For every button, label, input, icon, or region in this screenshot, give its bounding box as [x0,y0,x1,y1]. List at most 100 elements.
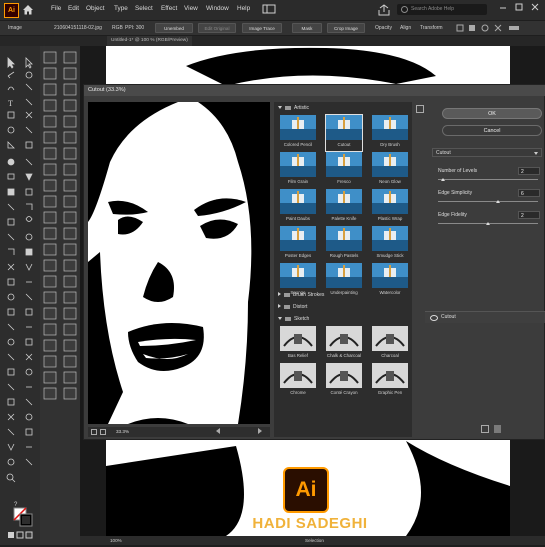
workspace-icon[interactable] [262,4,276,14]
share-icon[interactable] [377,4,391,16]
document-tab-title: Untitled-1* @ 100 % (RGB/Preview) [111,38,188,43]
menu-view[interactable]: View [184,5,198,12]
cancel-button[interactable]: Cancel [442,125,542,136]
link-name[interactable]: 210604151118-02.jpg [54,25,102,31]
preview-zoom[interactable]: 33.3% [116,429,129,434]
delete-effect-layer-icon[interactable] [494,425,501,433]
menu-file[interactable]: File [51,5,61,12]
filter-label: Neon Glow [379,179,401,184]
folder-distort[interactable]: Distort [278,304,307,312]
filter-label: Underpainting [330,290,358,295]
param-slider-knob[interactable] [496,200,500,203]
menu-object[interactable]: Object [86,5,104,12]
unembed-button[interactable]: Unembed [155,23,193,33]
search-placeholder: Search Adobe Help [411,6,455,12]
filter-preview-icon [372,363,408,388]
param-value-field[interactable]: 2 [518,167,540,175]
document-tab[interactable]: Untitled-1* @ 100 % (RGB/Preview) [107,36,192,46]
filter-select-value: Cutout [436,150,451,156]
scroll-left-icon[interactable] [216,428,220,434]
svg-text:T: T [8,99,13,108]
filter-label: Colored Pencil [283,142,313,147]
search-field[interactable]: Search Adobe Help [397,4,487,15]
filter-label: Chrome [290,390,306,395]
menu-select[interactable]: Select [135,5,153,12]
filter-preview-icon [280,326,316,351]
transform-label[interactable]: Transform [420,25,443,31]
scroll-right-icon[interactable] [258,428,262,434]
status-mode[interactable]: Selection [305,538,324,543]
image-trace-button[interactable]: Image Trace [242,23,282,33]
filter-preview-icon [372,115,408,140]
filter-preview-icon [326,226,362,251]
tool-icons-grid[interactable]: T ? [0,46,40,545]
effect-layer-row[interactable]: Cutout [425,311,545,323]
watermark-logo: Ai [283,467,329,513]
folder-icon [285,105,291,110]
filter-label: Sponge [290,290,306,295]
eye-icon[interactable] [430,315,438,321]
filter-preview-icon [280,363,316,388]
menu-bar: Ai File Edit Object Type Select Effect V… [0,0,545,20]
chevron-down-icon [534,152,538,155]
filter-label: Watercolor [379,290,401,295]
folder-sketch[interactable]: Sketch [278,316,309,324]
dialog-title[interactable]: Cutout (33.3%) [84,85,545,96]
filter-label: Rough Pastels [329,253,359,258]
chevron-down-icon [278,106,282,109]
mask-button[interactable]: Mask [292,23,322,33]
opacity-label[interactable]: Opacity [375,25,392,31]
filter-label: Dry Brush [380,142,400,147]
ok-button[interactable]: OK [442,108,542,119]
param-value-field[interactable]: 2 [518,211,540,219]
collapse-gallery-icon[interactable] [416,105,424,113]
close-icon[interactable] [530,2,540,12]
filter-preview-icon [326,263,362,288]
document-tabs: Untitled-1* @ 100 % (RGB/Preview) [0,36,545,46]
maximize-icon[interactable] [514,2,524,12]
param-value-field[interactable]: 6 [518,189,540,197]
crop-image-button[interactable]: Crop Image [327,23,365,33]
filter-preview-icon [326,115,362,140]
zoom-out-button[interactable] [91,429,97,435]
param-label: Number of Levels [438,168,478,174]
filter-label: Charcoal [381,353,399,358]
control-bar-icons[interactable] [455,24,525,32]
menu-type[interactable]: Type [114,5,128,12]
filter-label: Chalk & Charcoal [326,353,362,358]
new-effect-layer-icon[interactable] [481,425,489,433]
edit-original-button[interactable]: Edit Original [198,23,236,33]
home-icon[interactable] [22,3,34,16]
filter-preview-icon [372,152,408,177]
filter-label: Bas Relief [287,353,308,358]
menu-window[interactable]: Window [206,5,229,12]
filter-preview-icon [372,326,408,351]
filter-select[interactable]: Cutout [432,148,542,157]
param-slider-track[interactable] [438,201,538,202]
status-zoom[interactable]: 100% [110,538,122,543]
menu-edit[interactable]: Edit [68,5,79,12]
filter-preview-icon [280,152,316,177]
filter-gallery-dialog: Cutout (33.3%) 33.3% Artistic Brush Stro… [83,84,545,440]
filter-preview[interactable] [88,102,270,424]
panel-dock-icons[interactable] [40,46,80,545]
chevron-right-icon [278,304,281,308]
filter-settings: OK Cancel Cutout Number of Levels 2 Edge S… [432,102,545,437]
ppi-value: PPI: 300 [125,25,145,31]
align-label[interactable]: Align [400,25,411,31]
param-slider-knob[interactable] [441,178,445,181]
filter-label: Palette Knife [331,216,357,221]
folder-icon [284,304,290,309]
param-slider-knob[interactable] [486,222,490,225]
filter-label: Poster Edges [284,253,312,258]
filter-label: Graphic Pen [377,390,403,395]
menu-effect[interactable]: Effect [161,5,177,12]
filter-preview-icon [280,226,316,251]
filter-preview-icon [372,263,408,288]
filter-preview-icon [326,326,362,351]
menu-help[interactable]: Help [237,5,250,12]
minimize-icon[interactable] [498,2,508,12]
folder-artistic[interactable]: Artistic [278,105,309,113]
param-slider-track[interactable] [438,179,538,180]
zoom-in-button[interactable] [100,429,106,435]
